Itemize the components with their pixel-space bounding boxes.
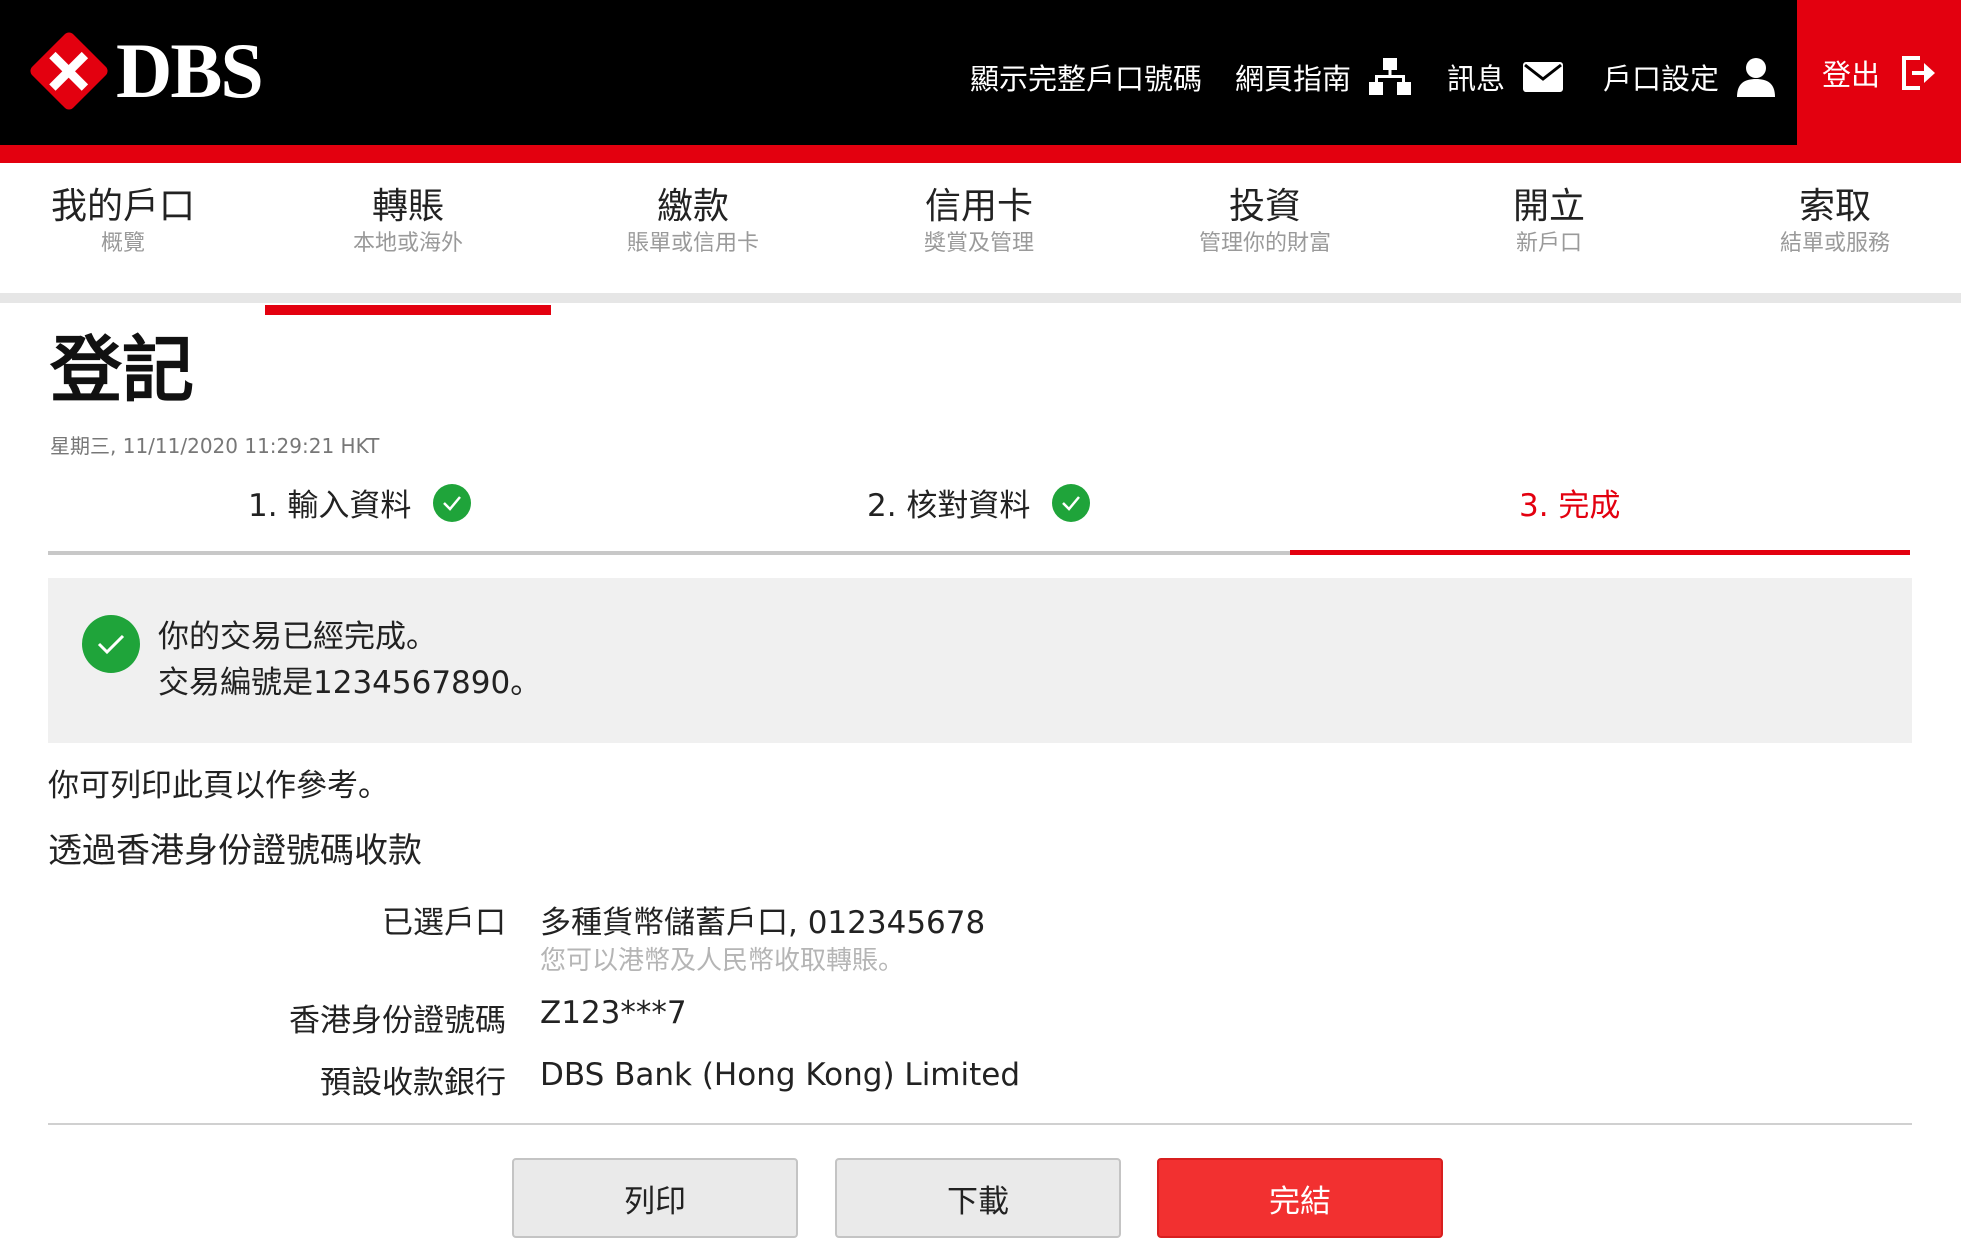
progress-steps: 1. 輸入資料 2. 核對資料 3. 完成 <box>48 470 1910 555</box>
nav-invest[interactable]: 投資 管理你的財富 <box>1122 185 1408 259</box>
nav-bottom-border <box>0 293 1961 303</box>
nav-subtitle: 本地或海外 <box>352 231 463 256</box>
sitemap-icon <box>1369 58 1412 96</box>
dbs-logo-icon <box>27 29 111 113</box>
nav-subtitle: 管理你的財富 <box>1198 231 1331 256</box>
nav-title: 開立 <box>1512 186 1585 227</box>
header-red-stripe <box>0 145 1961 163</box>
nav-title: 繳款 <box>656 186 729 227</box>
nav-subtitle: 賬單或信用卡 <box>626 231 759 256</box>
nav-open-account[interactable]: 開立 新戶口 <box>1406 185 1692 259</box>
logo-text: DBS <box>116 27 264 114</box>
finish-button[interactable]: 完結 <box>1157 1158 1443 1238</box>
check-icon <box>1052 483 1091 522</box>
dbs-logo[interactable]: DBS <box>27 29 264 113</box>
selected-account-label: 已選戶口 <box>382 905 506 941</box>
nav-title: 信用卡 <box>924 186 1033 227</box>
success-line-1: 你的交易已經完成。 <box>158 619 437 655</box>
top-header-bar: DBS 顯示完整戶口號碼 網頁指南 訊息 戶口設定 登出 <box>0 0 1961 145</box>
step-label: 2. 核對資料 <box>867 488 1031 524</box>
default-bank-label: 預設收款銀行 <box>320 1065 506 1101</box>
transaction-reference: 交易編號是1234567890。 <box>158 665 542 701</box>
site-guide-link[interactable]: 網頁指南 <box>1235 52 1412 102</box>
hkid-label: 香港身份證號碼 <box>289 1003 506 1039</box>
success-message-text: 你的交易已經完成。 交易編號是1234567890。 <box>158 614 541 706</box>
show-full-account-number-link[interactable]: 顯示完整戶口號碼 <box>970 52 1202 102</box>
nav-title: 轉賬 <box>371 186 444 227</box>
step-label: 3. 完成 <box>1519 488 1621 524</box>
print-note: 你可列印此頁以作參考。 <box>48 768 389 804</box>
main-navigation: 我的戶口 概覽 轉賬 本地或海外 繳款 賬單或信用卡 信用卡 獎賞及管理 投資 … <box>0 163 1961 315</box>
page-timestamp: 星期三, 11/11/2020 11:29:21 HKT <box>50 434 380 458</box>
success-check-icon <box>82 615 140 673</box>
content-divider <box>48 1123 1912 1125</box>
nav-title: 索取 <box>1798 186 1871 227</box>
nav-my-accounts[interactable]: 我的戶口 概覽 <box>0 185 266 259</box>
logout-button[interactable]: 登出 <box>1797 0 1961 145</box>
envelope-icon <box>1523 62 1564 92</box>
account-settings-link[interactable]: 戶口設定 <box>1603 52 1776 102</box>
nav-title: 投資 <box>1228 186 1301 227</box>
nav-title: 我的戶口 <box>50 186 195 227</box>
nav-pay[interactable]: 繳款 賬單或信用卡 <box>550 185 836 259</box>
logout-icon <box>1900 55 1936 91</box>
step-2: 2. 核對資料 <box>867 480 1091 525</box>
check-icon <box>433 483 472 522</box>
nav-subtitle: 新戶口 <box>1515 231 1582 256</box>
print-button[interactable]: 列印 <box>512 1158 798 1238</box>
nav-subtitle: 概覽 <box>100 231 145 256</box>
default-bank-value: DBS Bank (Hong Kong) Limited <box>540 1057 1021 1093</box>
steps-current-indicator <box>1290 550 1910 555</box>
download-button[interactable]: 下載 <box>835 1158 1121 1238</box>
account-settings-label: 戶口設定 <box>1603 62 1720 96</box>
site-guide-label: 網頁指南 <box>1235 62 1352 96</box>
nav-subtitle: 獎賞及管理 <box>923 231 1034 256</box>
messages-label: 訊息 <box>1447 62 1506 96</box>
step-3: 3. 完成 <box>1519 480 1620 525</box>
step-1: 1. 輸入資料 <box>248 480 472 525</box>
selected-account-note: 您可以港幣及人民幣收取轉賬。 <box>540 946 905 976</box>
nav-request[interactable]: 索取 結單或服務 <box>1692 185 1961 259</box>
nav-credit-card[interactable]: 信用卡 獎賞及管理 <box>836 185 1122 259</box>
page-title: 登記 <box>50 328 195 412</box>
success-message-box: 你的交易已經完成。 交易編號是1234567890。 <box>48 578 1912 743</box>
show-full-account-number-label: 顯示完整戶口號碼 <box>970 62 1203 96</box>
section-title: 透過香港身份證號碼收款 <box>48 831 422 871</box>
logout-label: 登出 <box>1821 57 1880 92</box>
step-label: 1. 輸入資料 <box>248 488 412 524</box>
nav-transfer[interactable]: 轉賬 本地或海外 <box>265 185 551 315</box>
hkid-value: Z123***7 <box>540 995 687 1031</box>
messages-link[interactable]: 訊息 <box>1447 52 1564 102</box>
selected-account-value: 多種貨幣儲蓄戶口, 012345678 <box>540 905 986 941</box>
nav-subtitle: 結單或服務 <box>1779 231 1890 256</box>
user-icon <box>1737 57 1776 97</box>
